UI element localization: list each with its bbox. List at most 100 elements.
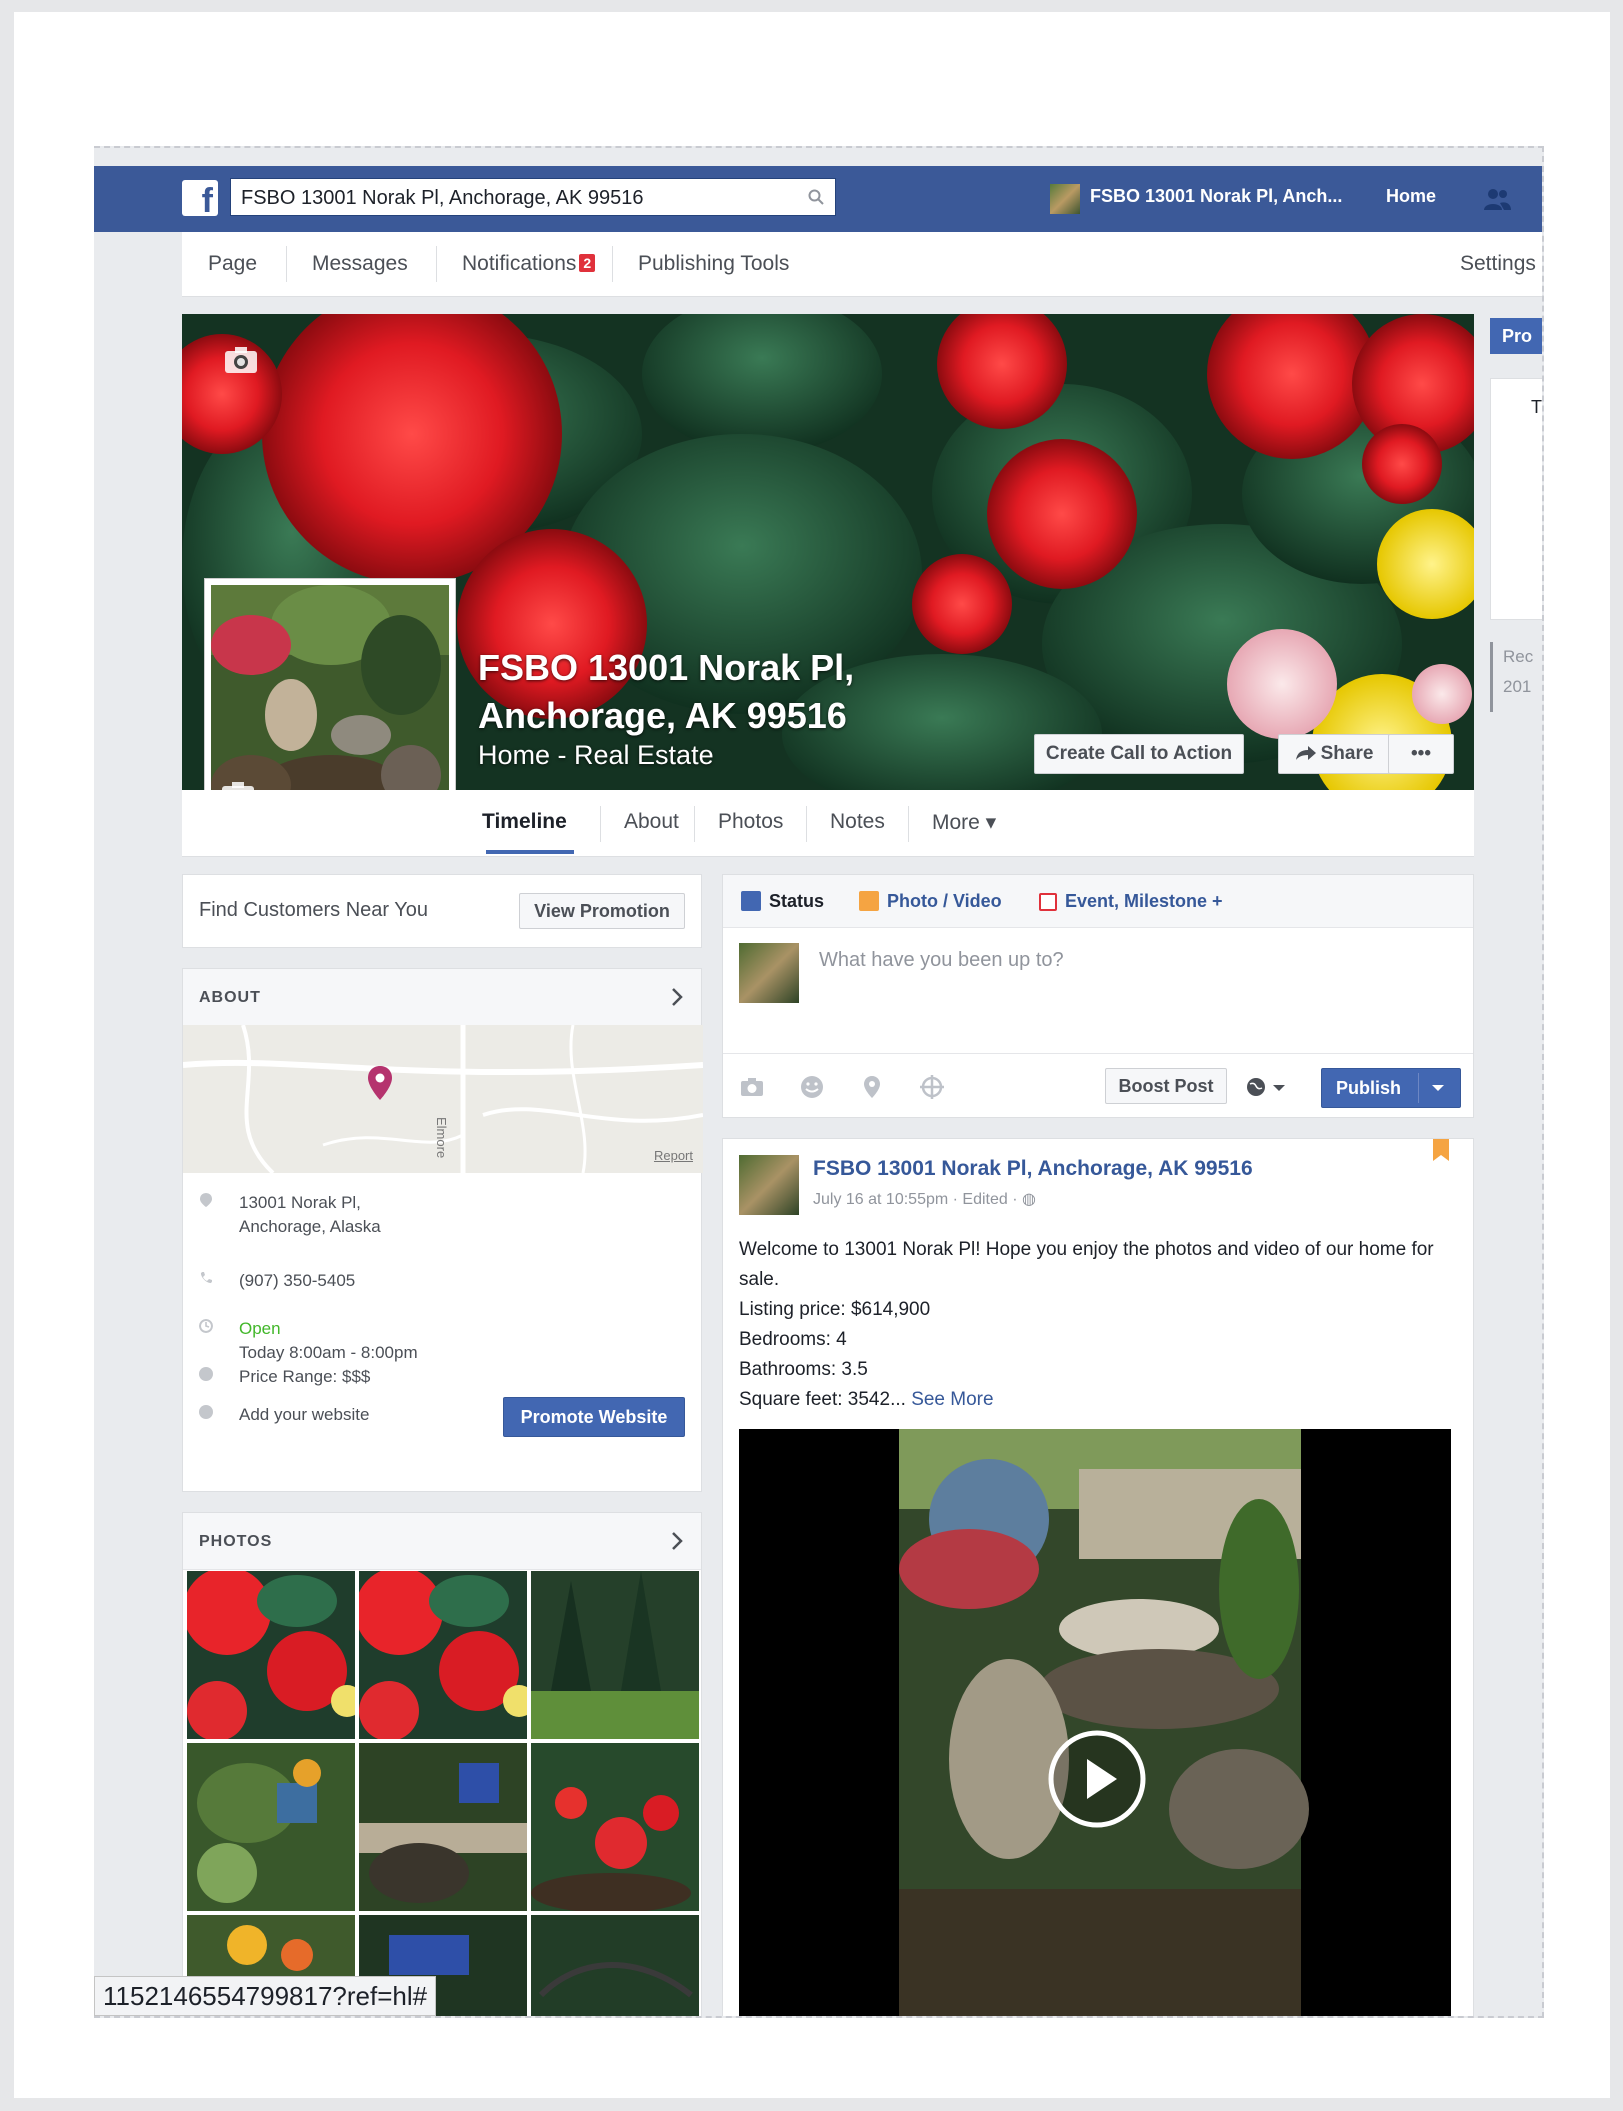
- play-video-icon[interactable]: [1047, 1729, 1147, 1829]
- composer-input[interactable]: What have you been up to?: [819, 949, 1064, 972]
- composer-tab-event-label: Event, Milestone +: [1065, 891, 1223, 911]
- nav-publishing-tools[interactable]: Publishing Tools: [638, 252, 789, 276]
- about-card-header[interactable]: ABOUT: [183, 969, 701, 1026]
- composer-tab-photo-label: Photo / Video: [887, 891, 1002, 911]
- post-timestamp[interactable]: July 16 at 10:55pm · Edited · ◍: [813, 1189, 1036, 1209]
- audience-globe-icon[interactable]: [1245, 1076, 1289, 1098]
- composer-tab-event[interactable]: Event, Milestone +: [1039, 891, 1223, 912]
- map-report-link[interactable]: Report: [654, 1148, 693, 1163]
- top-bar: f FSBO 13001 Norak Pl, Anchorage, AK 995…: [94, 166, 1542, 232]
- page-category[interactable]: Home - Real Estate: [478, 740, 714, 771]
- open-status: Open: [239, 1319, 281, 1338]
- boost-post-button[interactable]: Boost Post: [1105, 1068, 1227, 1104]
- phone-icon: [200, 1272, 212, 1284]
- tab-notes[interactable]: Notes: [830, 810, 885, 834]
- create-call-to-action-button[interactable]: Create Call to Action: [1034, 734, 1244, 774]
- recent-label[interactable]: Rec: [1503, 642, 1542, 672]
- composer-footer: Boost Post Publish: [723, 1053, 1473, 1120]
- photo-thumbnail[interactable]: [359, 1571, 527, 1739]
- chevron-right-icon: [672, 1532, 683, 1550]
- location-map[interactable]: Elmore Report: [183, 1025, 703, 1173]
- active-tab-indicator: [486, 850, 574, 854]
- share-arrow-icon: [1295, 746, 1316, 760]
- profile-name-link[interactable]: FSBO 13001 Norak Pl, Anch...: [1090, 186, 1342, 207]
- post-text: Welcome to 13001 Norak Pl! Hope you enjo…: [739, 1235, 1439, 1415]
- post-author-avatar[interactable]: [739, 1155, 799, 1215]
- profile-picture-image: [211, 585, 449, 823]
- view-promotion-button[interactable]: View Promotion: [519, 893, 685, 929]
- calendar-icon: [1039, 893, 1057, 911]
- more-options-button[interactable]: •••: [1388, 734, 1454, 774]
- chevron-down-icon[interactable]: [1430, 1083, 1446, 1093]
- composer-tab-photo-video[interactable]: Photo / Video: [859, 891, 1002, 912]
- publish-button[interactable]: Publish: [1321, 1068, 1461, 1108]
- bookmark-icon[interactable]: [1433, 1139, 1449, 1167]
- price-range: Price Range: $$$: [239, 1367, 371, 1386]
- photo-icon: [859, 891, 879, 911]
- share-button[interactable]: Share: [1278, 734, 1390, 774]
- publish-divider: [1418, 1073, 1419, 1103]
- nav-divider: [286, 246, 287, 282]
- post-author-name[interactable]: FSBO 13001 Norak Pl, Anchorage, AK 99516: [813, 1157, 1253, 1181]
- promote-button[interactable]: Pro: [1490, 318, 1542, 354]
- location-pin-icon[interactable]: [859, 1074, 885, 1100]
- nav-settings[interactable]: Settings: [1460, 252, 1536, 276]
- status-bar-url: 1152146554799817?ref=hl#: [94, 1976, 437, 2016]
- photo-thumbnail[interactable]: [359, 1743, 527, 1911]
- post-video[interactable]: [739, 1429, 1451, 2016]
- photos-card: PHOTOS: [182, 1512, 702, 2016]
- nav-divider: [612, 246, 613, 282]
- nav-page[interactable]: Page: [208, 252, 257, 276]
- right-sidebar-recent: Rec 201: [1490, 642, 1542, 712]
- nav-divider: [436, 246, 437, 282]
- pencil-icon: [741, 891, 761, 911]
- page-avatar-icon[interactable]: [1050, 184, 1080, 214]
- photo-thumbnail[interactable]: [187, 1571, 355, 1739]
- home-link[interactable]: Home: [1386, 186, 1436, 207]
- nav-notifications[interactable]: Notifications 2: [462, 252, 596, 276]
- publish-label: Publish: [1336, 1078, 1402, 1098]
- tab-about[interactable]: About: [624, 810, 679, 834]
- target-icon[interactable]: [919, 1074, 945, 1100]
- tab-photos[interactable]: Photos: [718, 810, 783, 834]
- composer-avatar: [739, 943, 799, 1003]
- tab-divider: [806, 806, 807, 842]
- tab-divider: [908, 806, 909, 842]
- tab-divider: [600, 806, 601, 842]
- composer-tab-status[interactable]: Status: [741, 891, 824, 912]
- search-input[interactable]: FSBO 13001 Norak Pl, Anchorage, AK 99516: [230, 178, 836, 216]
- share-label: Share: [1320, 743, 1374, 764]
- feeling-emoji-icon[interactable]: [799, 1074, 825, 1100]
- promote-website-button[interactable]: Promote Website: [503, 1397, 685, 1437]
- right-sidebar-box: T: [1490, 378, 1542, 620]
- facebook-logo-icon[interactable]: f: [182, 180, 218, 216]
- address-line2: Anchorage, Alaska: [239, 1217, 381, 1236]
- tab-more[interactable]: More ▾: [932, 810, 996, 835]
- timeline-tabs: Timeline About Photos Notes More ▾: [182, 790, 1474, 857]
- photo-thumbnail[interactable]: [531, 1915, 699, 2016]
- see-more-link[interactable]: See More: [911, 1389, 993, 1410]
- map-street-label: Elmore: [434, 1117, 449, 1159]
- camera-icon[interactable]: [739, 1074, 765, 1100]
- friend-requests-icon[interactable]: [1482, 186, 1512, 212]
- post-line: Listing price: $614,900: [739, 1299, 931, 1320]
- photo-thumbnail[interactable]: [531, 1743, 699, 1911]
- tab-timeline[interactable]: Timeline: [482, 810, 567, 834]
- add-website-link[interactable]: Add your website: [239, 1403, 369, 1427]
- search-icon[interactable]: [807, 188, 825, 206]
- post-line: Square feet: 3542...: [739, 1389, 906, 1410]
- right-sidebar-text: T: [1531, 397, 1542, 417]
- photo-thumbnail[interactable]: [531, 1571, 699, 1739]
- page-title-line1: FSBO 13001 Norak Pl,: [478, 647, 855, 688]
- year-label[interactable]: 201: [1503, 672, 1542, 702]
- map-pin-icon[interactable]: [367, 1065, 393, 1101]
- browser-viewport: f FSBO 13001 Norak Pl, Anchorage, AK 995…: [94, 146, 1544, 2018]
- photos-card-header[interactable]: PHOTOS: [183, 1513, 701, 1570]
- change-cover-camera-icon[interactable]: [224, 346, 258, 374]
- timeline-post: FSBO 13001 Norak Pl, Anchorage, AK 99516…: [722, 1138, 1474, 2016]
- nav-notifications-label: Notifications: [462, 252, 577, 275]
- phone-number[interactable]: (907) 350-5405: [239, 1269, 355, 1293]
- search-input-value: FSBO 13001 Norak Pl, Anchorage, AK 99516: [241, 187, 644, 209]
- photo-thumbnail[interactable]: [187, 1743, 355, 1911]
- nav-messages[interactable]: Messages: [312, 252, 408, 276]
